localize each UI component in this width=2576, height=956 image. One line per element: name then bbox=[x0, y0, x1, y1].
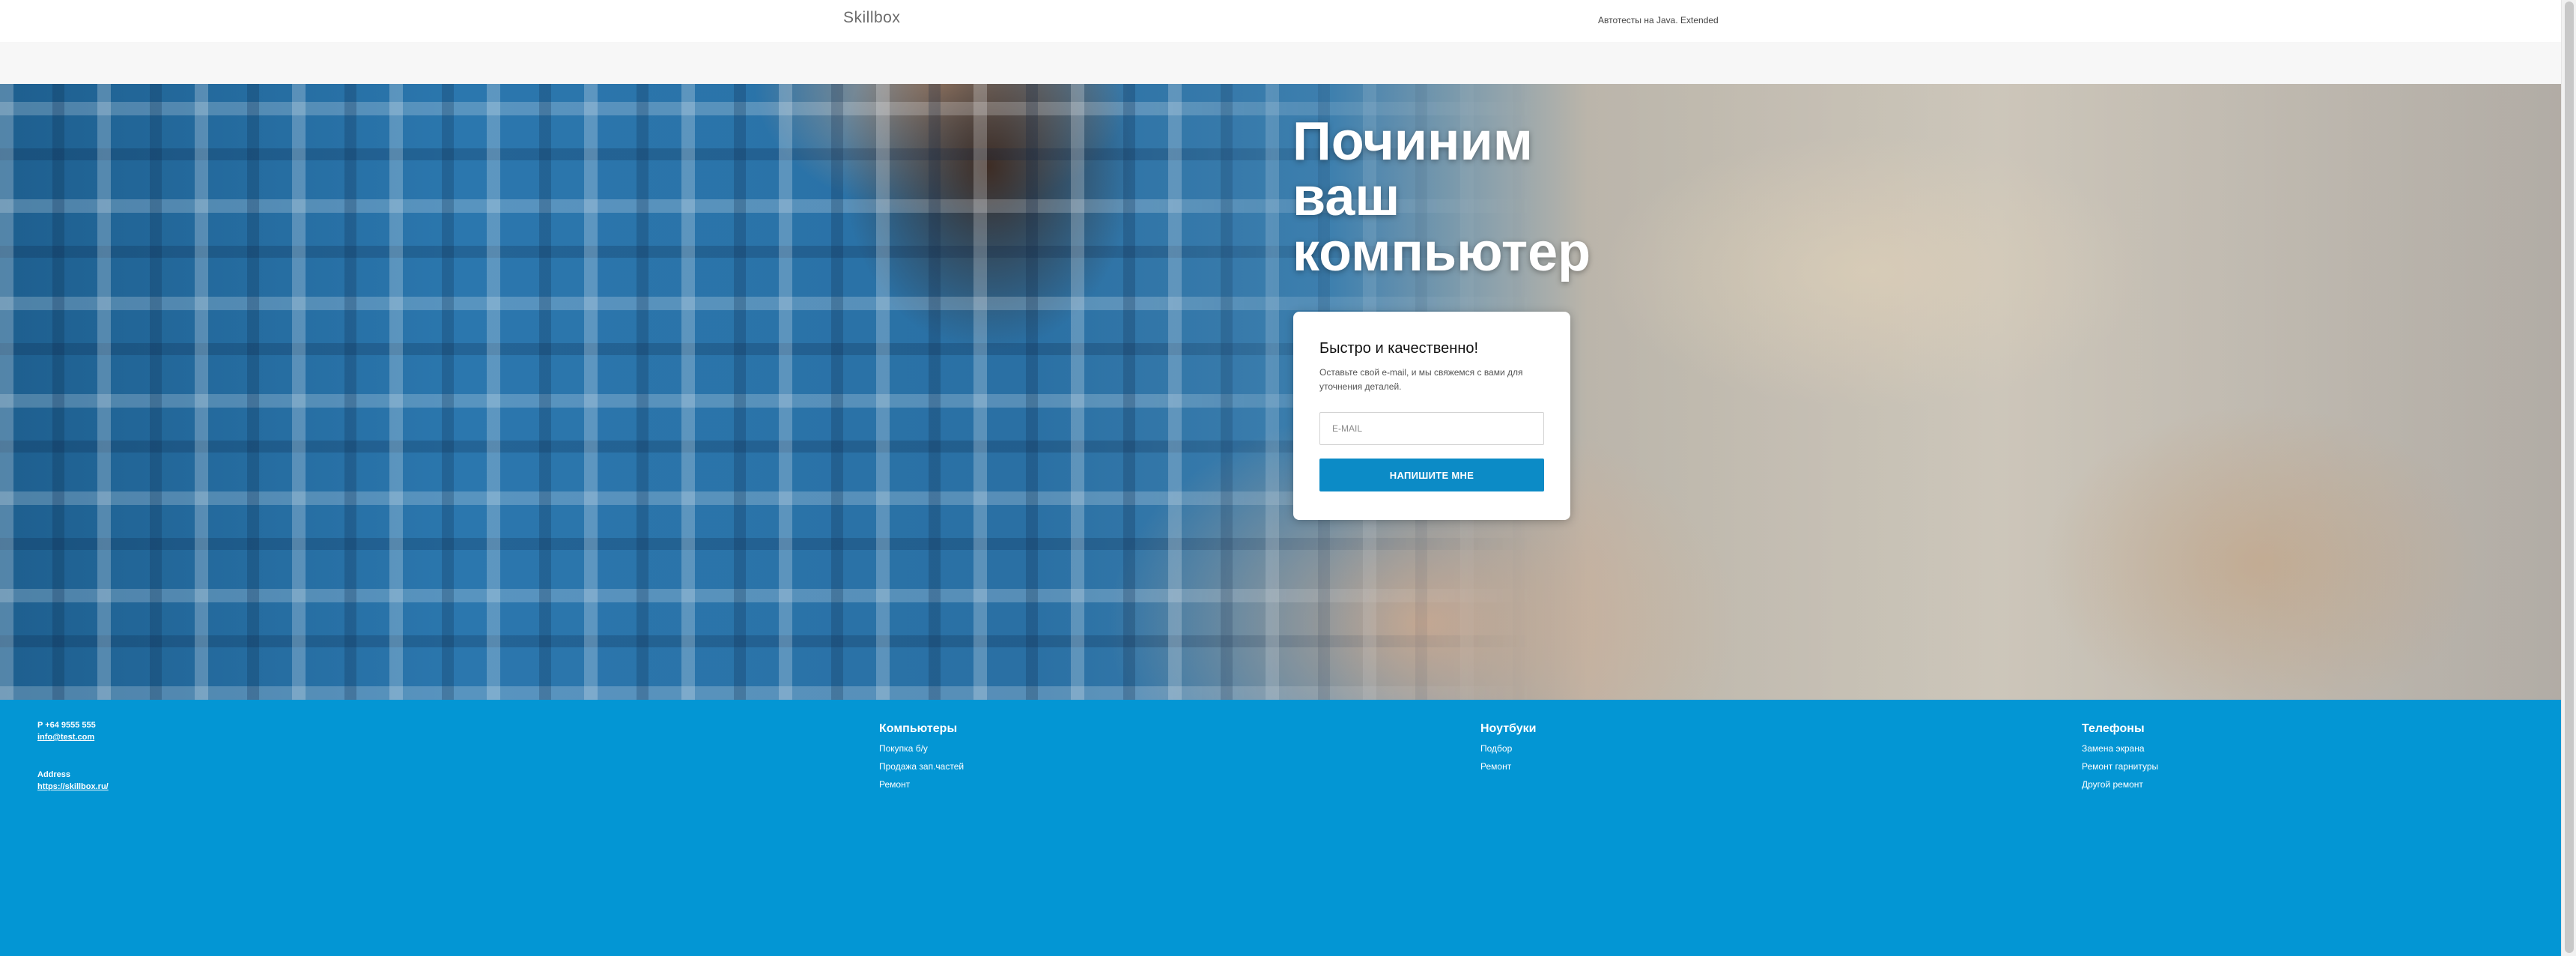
footer-column-title: Телефоны bbox=[2082, 722, 2145, 735]
sub-header-bar bbox=[0, 42, 2561, 84]
footer-column-laptops: Ноутбуки Подбор Ремонт bbox=[1480, 722, 1536, 779]
footer: P +64 9555 555 info@test.com Address htt… bbox=[0, 700, 2561, 956]
phone-number: P +64 9555 555 bbox=[37, 721, 96, 730]
site-link[interactable]: https://skillbox.ru/ bbox=[37, 782, 109, 791]
email-link[interactable]: info@test.com bbox=[37, 733, 94, 742]
address-label: Address bbox=[37, 770, 71, 779]
footer-link[interactable]: Замена экрана bbox=[2082, 743, 2145, 754]
top-header: Skillbox Автотесты на Java. Extended bbox=[0, 0, 2561, 42]
hero-headline: Починим ваш компьютер bbox=[1292, 114, 1682, 280]
hero-section: Починим ваш компьютер Быстро и качествен… bbox=[0, 84, 2561, 700]
footer-column-phones: Телефоны Замена экрана Ремонт гарнитуры … bbox=[2082, 722, 2158, 797]
contact-form-card: Быстро и качественно! Оставьте свой e-ma… bbox=[1293, 312, 1570, 520]
headline-line-2: ваш bbox=[1292, 167, 1400, 227]
page-scrollbar[interactable] bbox=[2561, 0, 2576, 956]
footer-link[interactable]: Ремонт гарнитуры bbox=[2082, 761, 2158, 772]
submit-button[interactable]: НАПИШИТЕ МНЕ bbox=[1319, 459, 1544, 491]
headline-line-3: компьютер bbox=[1292, 223, 1591, 282]
email-input[interactable] bbox=[1319, 412, 1544, 445]
footer-column-title: Ноутбуки bbox=[1480, 722, 1537, 735]
footer-link[interactable]: Ремонт bbox=[879, 779, 910, 790]
scrollbar-thumb[interactable] bbox=[2565, 1, 2574, 953]
form-title: Быстро и качественно! bbox=[1319, 340, 1479, 357]
footer-link[interactable]: Продажа зап.частей bbox=[879, 761, 964, 772]
footer-link[interactable]: Другой ремонт bbox=[2082, 779, 2143, 790]
footer-contacts: P +64 9555 555 info@test.com Address htt… bbox=[37, 721, 109, 794]
footer-column-title: Компьютеры bbox=[879, 722, 958, 735]
logo[interactable]: Skillbox bbox=[843, 9, 900, 27]
headline-line-1: Починим bbox=[1292, 112, 1534, 172]
footer-link[interactable]: Покупка б/у bbox=[879, 743, 928, 754]
hero-overlay bbox=[0, 84, 2561, 700]
footer-link[interactable]: Ремонт bbox=[1480, 761, 1511, 772]
footer-link[interactable]: Подбор bbox=[1480, 743, 1512, 754]
form-description: Оставьте свой e-mail, и мы свяжемся с ва… bbox=[1319, 367, 1523, 392]
top-nav-link[interactable]: Автотесты на Java. Extended bbox=[1598, 15, 1719, 25]
footer-column-computers: Компьютеры Покупка б/у Продажа зап.часте… bbox=[879, 722, 964, 797]
